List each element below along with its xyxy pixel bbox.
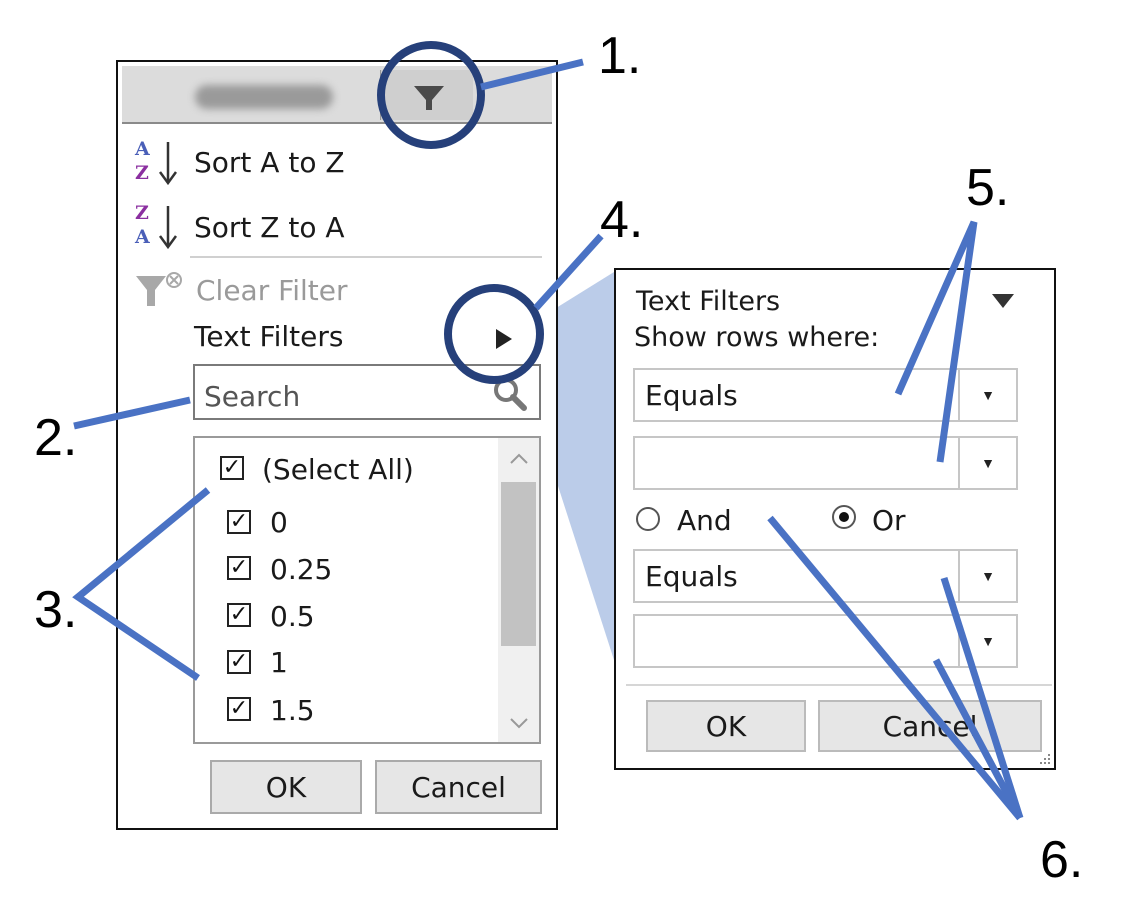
sort-a-to-z-icon: A Z (133, 138, 183, 188)
or-label: Or (872, 504, 906, 537)
search-icon (492, 376, 528, 412)
dropdown-arrow-icon[interactable]: ▼ (958, 551, 1016, 601)
select-all-checkbox[interactable]: ✓ (220, 456, 244, 480)
filter-button[interactable] (380, 70, 473, 120)
dropdown-arrow-icon[interactable]: ▼ (958, 616, 1016, 666)
condition1-value-dropdown[interactable]: ▼ (633, 436, 1018, 490)
callout-number-5: 5. (966, 159, 1010, 217)
list-item-checkbox[interactable]: ✓ (227, 556, 251, 580)
dropdown-arrow-icon[interactable]: ▼ (958, 438, 1016, 488)
callout-number-3: 3. (34, 581, 78, 639)
and-label: And (677, 504, 732, 537)
text-filter-cancel-button[interactable]: Cancel (818, 700, 1042, 752)
panel-separator (626, 684, 1052, 686)
condition1-operator-value: Equals (645, 378, 738, 412)
sort-a-to-z-item[interactable]: Sort A to Z (194, 146, 345, 179)
list-item-checkbox[interactable]: ✓ (227, 510, 251, 534)
list-item-label: 0.5 (270, 600, 315, 633)
list-item-label: 1.5 (270, 694, 315, 727)
text-filters-title: Text Filters (636, 286, 781, 317)
cancel-button[interactable]: Cancel (375, 760, 542, 814)
text-filter-ok-button[interactable]: OK (646, 700, 806, 752)
callout-number-1: 1. (598, 27, 642, 85)
menu-separator (190, 256, 542, 258)
radio-selected-dot (839, 512, 849, 522)
column-header-name-blurred (195, 85, 333, 109)
and-radio[interactable] (636, 507, 660, 531)
condition2-operator-dropdown[interactable]: Equals ▼ (633, 549, 1018, 603)
list-item-label: 1 (270, 646, 288, 679)
or-radio[interactable] (832, 505, 856, 529)
column-header[interactable] (122, 66, 552, 124)
sort-z-to-a-item[interactable]: Sort Z to A (194, 211, 345, 244)
scroll-down-icon[interactable] (505, 712, 533, 734)
ok-button[interactable]: OK (210, 760, 362, 814)
condition2-operator-value: Equals (645, 559, 738, 593)
list-item-checkbox[interactable]: ✓ (227, 650, 251, 674)
callout-number-6: 6. (1040, 831, 1084, 889)
list-item-label: (Select All) (262, 453, 414, 486)
list-item-label: 0.25 (270, 553, 333, 586)
show-rows-where-label: Show rows where: (634, 322, 880, 353)
list-item-label: 0 (270, 506, 288, 539)
submenu-arrow-icon[interactable] (490, 326, 516, 352)
scroll-up-icon[interactable] (505, 448, 533, 470)
clear-filter-item: Clear Filter (196, 274, 348, 307)
text-filters-item[interactable]: Text Filters (194, 320, 343, 353)
search-input[interactable]: Search (204, 380, 300, 413)
sort-z-to-a-icon: Z A (133, 202, 183, 252)
dropdown-arrow-icon[interactable]: ▼ (958, 370, 1016, 420)
resize-grip-icon[interactable] (1036, 752, 1052, 766)
list-item-checkbox[interactable]: ✓ (227, 697, 251, 721)
condition1-operator-dropdown[interactable]: Equals ▼ (633, 368, 1018, 422)
scrollbar-thumb[interactable] (501, 482, 536, 646)
clear-filter-icon (134, 270, 184, 312)
filter-icon (414, 86, 444, 110)
collapse-arrow-icon[interactable] (990, 290, 1016, 312)
condition2-value-dropdown[interactable]: ▼ (633, 614, 1018, 668)
callout-number-2: 2. (34, 409, 78, 467)
callout-number-4: 4. (600, 191, 644, 249)
list-item-checkbox[interactable]: ✓ (227, 603, 251, 627)
